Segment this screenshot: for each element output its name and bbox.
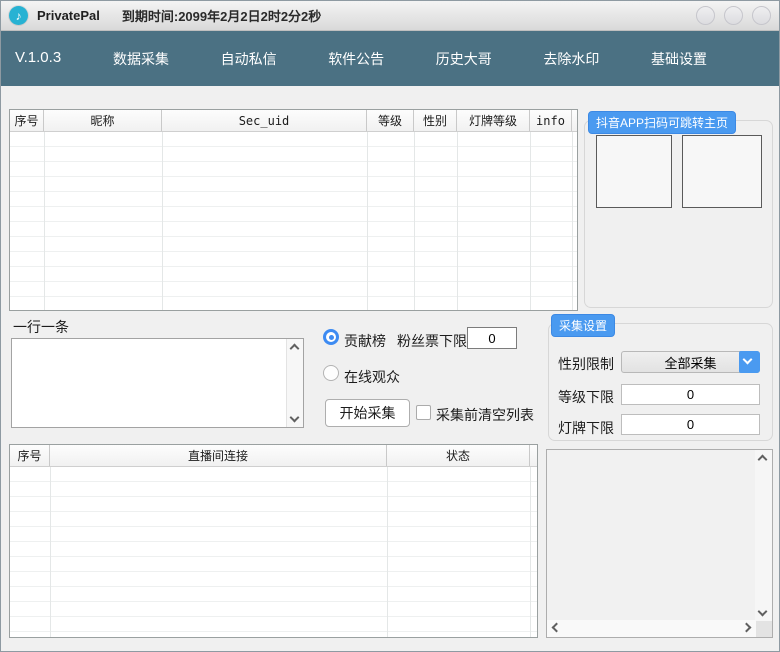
radio-contribution-label[interactable]: 贡献榜	[344, 331, 386, 351]
scroll-up-icon[interactable]	[758, 455, 768, 465]
col-room-filler	[530, 445, 537, 466]
version-label: V.1.0.3	[15, 49, 61, 66]
level-min-input[interactable]	[621, 384, 760, 405]
clear-before-checkbox[interactable]	[416, 405, 431, 420]
log-horizontal-scrollbar[interactable]	[547, 620, 756, 637]
app-title: PrivatePal	[37, 8, 100, 23]
gender-limit-value: 全部采集	[664, 353, 716, 372]
col-nickname[interactable]: 昵称	[44, 110, 162, 131]
radio-online-label[interactable]: 在线观众	[344, 367, 400, 387]
col-info[interactable]: info	[530, 110, 572, 131]
col-sec-uid[interactable]: Sec_uid	[162, 110, 367, 131]
expiry-time-text: 到期时间:2099年2月2日2时2分2秒	[122, 6, 321, 25]
scroll-up-icon[interactable]	[290, 344, 300, 354]
lamp-min-input[interactable]	[621, 414, 760, 435]
chevron-down-icon	[743, 355, 753, 365]
gender-limit-label: 性别限制	[558, 354, 614, 374]
menu-item-watermark[interactable]: 去除水印	[543, 49, 599, 69]
radio-contribution-list[interactable]	[323, 329, 339, 345]
title-bar: ♪ PrivatePal 到期时间:2099年2月2日2时2分2秒	[1, 1, 779, 31]
textarea-vertical-scrollbar[interactable]	[286, 339, 303, 427]
rooms-table-body[interactable]	[10, 467, 537, 637]
scroll-right-icon[interactable]	[742, 623, 752, 633]
fan-ticket-label: 粉丝票下限	[397, 331, 467, 351]
col-room-status[interactable]: 状态	[387, 445, 530, 466]
settings-panel-title-badge: 采集设置	[551, 314, 615, 337]
menu-item-settings[interactable]: 基础设置	[651, 49, 707, 69]
app-window: ♪ PrivatePal 到期时间:2099年2月2日2时2分2秒 V.1.0.…	[0, 0, 780, 652]
start-collect-button[interactable]: 开始采集	[325, 399, 410, 427]
level-min-label: 等级下限	[558, 387, 614, 407]
window-controls	[696, 6, 771, 25]
col-filler	[572, 110, 577, 131]
scroll-down-icon[interactable]	[758, 607, 768, 617]
gender-limit-select[interactable]: 全部采集	[621, 351, 760, 373]
users-table[interactable]: 序号 昵称 Sec_uid 等级 性别 灯牌等级 info	[9, 109, 578, 311]
col-level[interactable]: 等级	[367, 110, 414, 131]
fan-ticket-input[interactable]	[467, 327, 517, 349]
minimize-button[interactable]	[696, 6, 715, 25]
qr-panel-title-badge: 抖音APP扫码可跳转主页	[588, 111, 736, 134]
scrollbar-corner	[756, 621, 772, 637]
col-gender[interactable]: 性别	[414, 110, 457, 131]
menu-item-announcement[interactable]: 软件公告	[328, 49, 384, 69]
col-lamp-level[interactable]: 灯牌等级	[457, 110, 530, 131]
lamp-min-label: 灯牌下限	[558, 418, 614, 438]
qr-panel	[584, 120, 773, 308]
menu-item-data-collect[interactable]: 数据采集	[113, 49, 169, 69]
rooms-table[interactable]: 序号 直播间连接 状态	[9, 444, 538, 638]
qr-code-box-1	[596, 135, 672, 208]
qr-code-box-2	[682, 135, 762, 208]
close-button[interactable]	[752, 6, 771, 25]
maximize-button[interactable]	[724, 6, 743, 25]
users-table-body[interactable]	[10, 132, 577, 310]
room-input-label: 一行一条	[13, 317, 69, 337]
col-index[interactable]: 序号	[10, 110, 44, 131]
app-logo-icon: ♪	[9, 6, 28, 25]
log-vertical-scrollbar[interactable]	[755, 450, 772, 621]
col-room-index[interactable]: 序号	[10, 445, 50, 466]
nav-bar: V.1.0.3 数据采集 自动私信 软件公告 历史大哥 去除水印 基础设置	[1, 31, 779, 86]
dropdown-arrow-button[interactable]	[739, 351, 760, 373]
main-menu: 数据采集 自动私信 软件公告 历史大哥 去除水印 基础设置	[113, 31, 707, 86]
room-links-textarea[interactable]	[12, 339, 288, 427]
log-listbox[interactable]	[546, 449, 773, 638]
scroll-left-icon[interactable]	[552, 623, 562, 633]
menu-item-auto-message[interactable]: 自动私信	[221, 49, 277, 69]
clear-before-label[interactable]: 采集前清空列表	[436, 405, 534, 425]
menu-item-history[interactable]: 历史大哥	[436, 49, 492, 69]
col-room-link[interactable]: 直播间连接	[50, 445, 387, 466]
room-links-input-wrap	[11, 338, 304, 428]
radio-online-viewers[interactable]	[323, 365, 339, 381]
rooms-table-header: 序号 直播间连接 状态	[10, 445, 537, 467]
users-table-header: 序号 昵称 Sec_uid 等级 性别 灯牌等级 info	[10, 110, 577, 132]
scroll-down-icon[interactable]	[290, 413, 300, 423]
